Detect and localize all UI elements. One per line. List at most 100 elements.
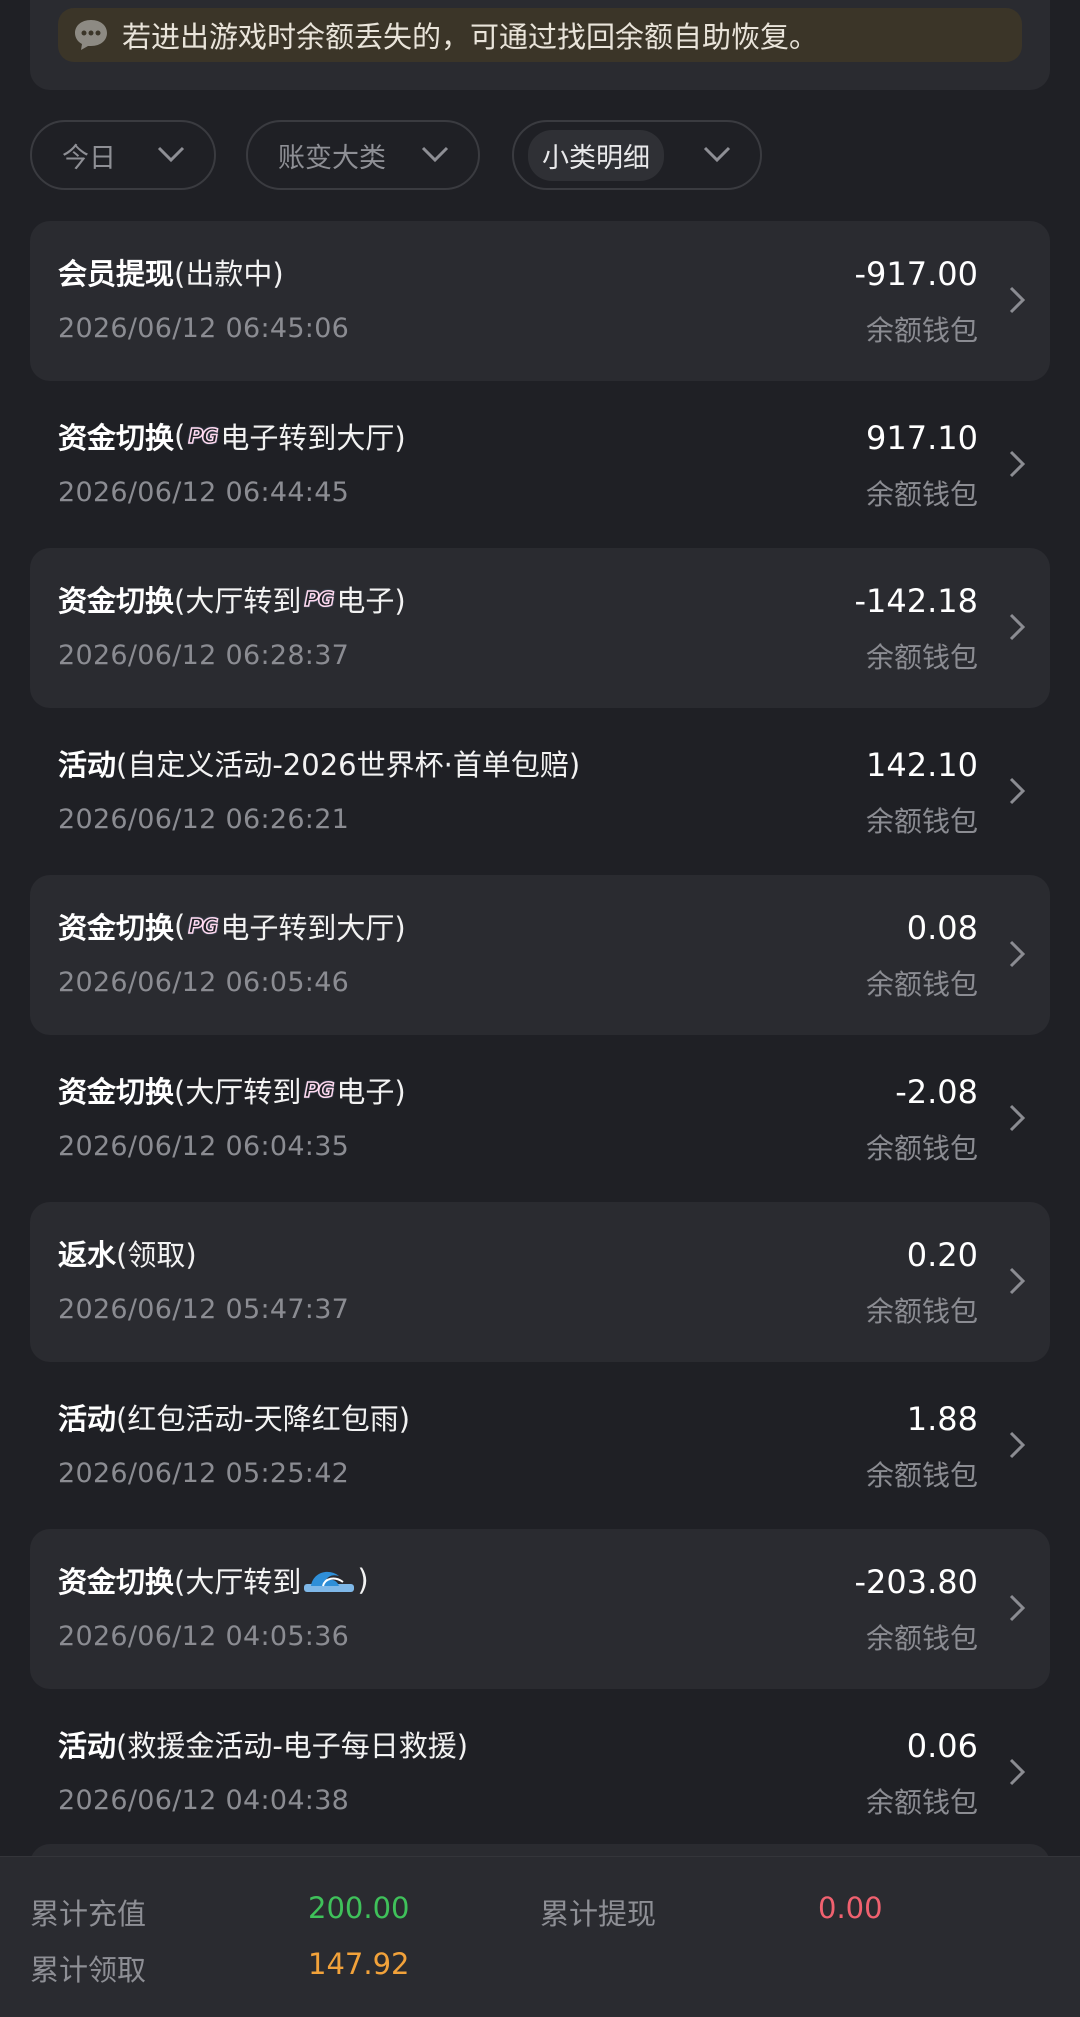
record-title: 会员提现 (出款中): [58, 251, 284, 293]
record-detail-suffix: 电子): [336, 584, 406, 618]
total-claimed-value: 147.92: [308, 1947, 410, 1981]
record-title: 资金切换 (大厅转到 PG 电子): [58, 578, 406, 620]
record-title: 资金切换 (PG 电子转到大厅): [58, 415, 406, 457]
record-category: 资金切换: [58, 584, 175, 618]
record-detail: (自定义活动-2026世界杯·首单包赔): [116, 748, 581, 782]
list-item[interactable]: 资金切换 (PG 电子转到大厅) 2026/06/12 06:44:45 917.10…: [30, 385, 1050, 545]
record-title: 活动 (红包活动-天降红包雨): [58, 1396, 410, 1438]
record-wallet: 余额钱包: [865, 968, 978, 1001]
chevron-right-icon: [1009, 1431, 1026, 1459]
chevron-right-icon: [1009, 1594, 1026, 1622]
record-title: 活动 (自定义活动-2026世界杯·首单包赔): [58, 742, 580, 784]
record-amount: -917.00: [854, 255, 978, 293]
record-amount: 917.10: [866, 419, 978, 457]
filter-subcategory[interactable]: 小类明细: [512, 120, 762, 190]
record-title: 资金切换 (PG 电子转到大厅): [58, 905, 406, 947]
record-wallet: 余额钱包: [865, 641, 978, 674]
total-withdraw-label: 累计提现: [540, 1897, 657, 1931]
list-item[interactable]: 活动 (救援金活动-电子每日救援) 2026/06/12 04:04:38 0.06…: [30, 1693, 1050, 1853]
list-item[interactable]: 资金切换 (大厅转到 PG 电子) 2026/06/12 06:04:35 -2.08 余…: [30, 1039, 1050, 1199]
chat-bubble-icon: [75, 20, 107, 50]
record-detail: (出款中): [174, 257, 284, 291]
chevron-right-icon: [1009, 286, 1026, 314]
record-detail: (大厅转到: [174, 1075, 302, 1109]
pg-logo-icon: PG: [304, 1077, 336, 1103]
list-item[interactable]: 会员提现 (出款中) 2026/06/12 06:45:06 -917.00 余额钱包: [30, 221, 1050, 381]
record-time: 2026/06/12 04:04:38: [58, 1785, 350, 1816]
record-wallet: 余额钱包: [865, 478, 978, 511]
record-wallet: 余额钱包: [865, 1459, 978, 1492]
pg-logo-icon: PG: [188, 423, 220, 449]
filter-subcategory-label: 小类明细: [528, 129, 664, 181]
record-category: 资金切换: [58, 1565, 175, 1599]
chevron-right-icon: [1009, 1104, 1026, 1132]
pg-logo-icon: PG: [188, 913, 220, 939]
record-amount: 0.08: [906, 909, 978, 947]
record-time: 2026/06/12 06:05:46: [58, 967, 350, 998]
record-category: 活动: [58, 748, 117, 782]
record-detail: (大厅转到: [174, 1565, 302, 1599]
chevron-right-icon: [1009, 777, 1026, 805]
record-amount: 1.88: [906, 1400, 978, 1438]
total-recharge-value: 200.00: [308, 1891, 410, 1925]
record-time: 2026/06/12 06:26:21: [58, 804, 350, 835]
record-time: 2026/06/12 06:28:37: [58, 640, 350, 671]
record-amount: 142.10: [866, 746, 978, 784]
record-category: 资金切换: [58, 1075, 175, 1109]
record-wallet: 余额钱包: [865, 314, 978, 347]
record-category: 资金切换: [58, 421, 175, 455]
record-detail: (领取): [116, 1238, 197, 1272]
record-amount: -2.08: [895, 1073, 978, 1111]
record-detail-suffix: ): [357, 1563, 369, 1597]
total-withdraw-value: 0.00: [818, 1891, 883, 1925]
record-time: 2026/06/12 04:05:36: [58, 1621, 350, 1652]
filter-category[interactable]: 账变大类: [246, 120, 480, 190]
list-item[interactable]: 资金切换 (PG 电子转到大厅) 2026/06/12 06:05:46 0.08 余额…: [30, 875, 1050, 1035]
record-category: 活动: [58, 1402, 117, 1436]
record-title: 资金切换 (大厅转到 PG 电子): [58, 1069, 406, 1111]
record-amount: 0.06: [906, 1727, 978, 1765]
wave-logo-icon: [304, 1571, 355, 1592]
record-detail: (救援金活动-电子每日救援): [116, 1729, 469, 1763]
record-detail-suffix: 电子): [336, 1075, 406, 1109]
record-amount: -142.18: [854, 582, 978, 620]
list-item[interactable]: 活动 (红包活动-天降红包雨) 2026/06/12 05:25:42 1.88 余额…: [30, 1366, 1050, 1526]
record-time: 2026/06/12 06:44:45: [58, 477, 350, 508]
record-category: 会员提现: [58, 257, 175, 291]
list-item[interactable]: 返水 (领取) 2026/06/12 05:47:37 0.20 余额钱包: [30, 1202, 1050, 1362]
record-time: 2026/06/12 05:25:42: [58, 1458, 350, 1489]
record-detail-suffix: 电子转到大厅): [220, 911, 406, 945]
record-detail: (: [174, 909, 186, 943]
summary-footer: 累计充值 200.00 累计提现 0.00 累计领取 147.92: [0, 1856, 1080, 2017]
record-wallet: 余额钱包: [865, 1132, 978, 1165]
chevron-right-icon: [1009, 613, 1026, 641]
record-wallet: 余额钱包: [865, 805, 978, 838]
record-title: 活动 (救援金活动-电子每日救援): [58, 1723, 468, 1765]
chevron-down-icon: [421, 146, 449, 163]
notice-text: 若进出游戏时余额丢失的，可通过找回余额自助恢复。: [122, 20, 819, 54]
record-wallet: 余额钱包: [865, 1786, 978, 1819]
pg-logo-icon: PG: [304, 586, 336, 612]
chevron-right-icon: [1009, 450, 1026, 478]
record-time: 2026/06/12 06:04:35: [58, 1131, 350, 1162]
record-detail: (大厅转到: [174, 584, 302, 618]
chevron-right-icon: [1009, 1758, 1026, 1786]
list-item[interactable]: 资金切换 (大厅转到) 2026/06/12 04:05:36 -203.80 余额钱…: [30, 1529, 1050, 1689]
total-claimed-label: 累计领取: [30, 1953, 147, 1987]
filter-date-label: 今日: [62, 142, 116, 174]
record-detail-suffix: 电子转到大厅): [220, 421, 406, 455]
chevron-right-icon: [1009, 940, 1026, 968]
record-title: 返水 (领取): [58, 1232, 197, 1274]
total-recharge-label: 累计充值: [30, 1897, 147, 1931]
list-item[interactable]: 活动 (自定义活动-2026世界杯·首单包赔) 2026/06/12 06:26:…: [30, 712, 1050, 872]
record-title: 资金切换 (大厅转到): [58, 1559, 369, 1601]
record-amount: -203.80: [854, 1563, 978, 1601]
record-detail: (: [174, 419, 186, 453]
list-item[interactable]: 资金切换 (大厅转到 PG 电子) 2026/06/12 06:28:37 -142.1…: [30, 548, 1050, 708]
filter-date[interactable]: 今日: [30, 120, 216, 190]
notice-banner[interactable]: 若进出游戏时余额丢失的，可通过找回余额自助恢复。: [58, 8, 1022, 62]
record-detail: (红包活动-天降红包雨): [116, 1402, 411, 1436]
record-category: 活动: [58, 1729, 117, 1763]
chevron-down-icon: [157, 146, 185, 163]
filter-category-label: 账变大类: [278, 142, 386, 174]
